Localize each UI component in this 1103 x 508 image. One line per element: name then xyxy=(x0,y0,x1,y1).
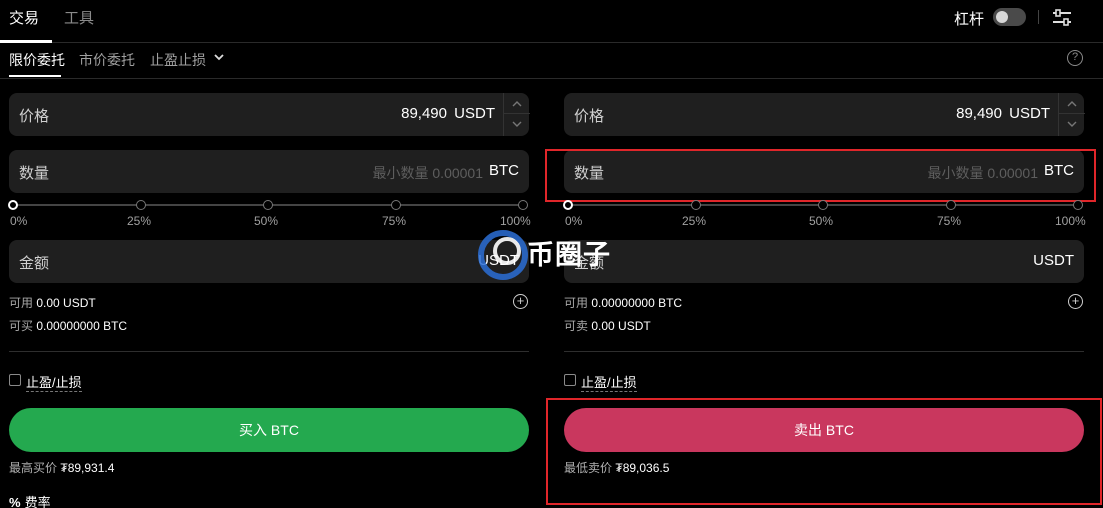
buy-qty-field[interactable]: 数量 最小数量 0.00001 BTC xyxy=(9,150,529,193)
top-bar: 交易 工具 杠杆 xyxy=(0,0,1103,43)
slider-label: 75% xyxy=(937,214,962,228)
buy-max-value: 0.00000000 BTC xyxy=(36,319,128,333)
fee-rate[interactable]: % 费率 xyxy=(9,492,51,508)
sell-price-increment[interactable] xyxy=(1059,93,1085,114)
slider-label: 50% xyxy=(809,214,834,228)
sell-available: 可用 0.00000000 BTC xyxy=(564,294,682,311)
slider-mark-100[interactable] xyxy=(1073,200,1083,210)
leverage-toggle[interactable] xyxy=(993,8,1026,26)
buy-available: 可用 0.00 USDT xyxy=(9,294,96,311)
add-funds-icon[interactable]: + xyxy=(513,294,528,309)
help-icon[interactable]: ? xyxy=(1067,50,1083,66)
buy-percent-slider[interactable]: 0% 25% 50% 75% 100% xyxy=(8,198,531,228)
buy-price-unit: USDT xyxy=(454,105,495,122)
slider-mark-25[interactable] xyxy=(691,200,701,210)
sell-price-value[interactable]: 89,490 xyxy=(956,105,1002,122)
sell-price-field[interactable]: 价格 89,490 USDT xyxy=(564,93,1085,136)
slider-label: 50% xyxy=(254,214,279,228)
add-funds-icon[interactable]: + xyxy=(1068,294,1083,309)
watermark-text: 币圈子 xyxy=(527,240,611,270)
divider xyxy=(9,351,529,352)
slider-label: 75% xyxy=(382,214,407,228)
slider-mark-75[interactable] xyxy=(391,200,401,210)
slider-mark-50[interactable] xyxy=(818,200,828,210)
slider-label: 25% xyxy=(682,214,707,228)
chevron-down-icon[interactable] xyxy=(213,52,225,62)
buy-price-increment[interactable] xyxy=(504,93,530,114)
sell-price-unit: USDT xyxy=(1009,105,1050,122)
buy-max: 可买 0.00000000 BTC xyxy=(9,317,127,334)
chevron-down-icon xyxy=(512,121,522,127)
slider-mark-25[interactable] xyxy=(136,200,146,210)
divider xyxy=(564,351,1084,352)
tab-trade[interactable]: 交易 xyxy=(9,7,39,28)
buy-amount-field[interactable]: 金额 USDT xyxy=(9,240,529,283)
watermark-logo-icon xyxy=(478,230,528,280)
slider-mark-0[interactable] xyxy=(563,200,573,210)
buy-tpsl-checkbox[interactable] xyxy=(9,374,21,386)
buy-tpsl-label[interactable]: 止盈/止损 xyxy=(26,372,82,392)
buy-btc-button[interactable]: 买入 BTC xyxy=(9,408,529,452)
buy-amount-label: 金额 xyxy=(19,255,50,272)
settings-sliders-icon[interactable] xyxy=(1052,9,1072,27)
sell-price-label: 价格 xyxy=(574,108,605,125)
slider-label: 0% xyxy=(10,214,28,228)
sell-price-decrement[interactable] xyxy=(1059,114,1085,135)
buy-best-label: 最高买价 xyxy=(9,461,58,475)
tab-limit-order[interactable]: 限价委托 xyxy=(9,50,65,70)
highlight-box xyxy=(546,398,1102,505)
buy-price-decrement[interactable] xyxy=(504,114,530,135)
active-subtab-indicator xyxy=(9,75,61,77)
buy-qty-unit: BTC xyxy=(489,162,519,179)
slider-label: 100% xyxy=(1055,214,1086,228)
buy-price-value[interactable]: 89,490 xyxy=(401,105,447,122)
fee-label: 费率 xyxy=(24,495,51,508)
toggle-knob xyxy=(996,11,1008,23)
chevron-up-icon xyxy=(512,101,522,107)
chevron-down-icon xyxy=(1067,121,1077,127)
sell-tpsl-checkbox[interactable] xyxy=(564,374,576,386)
sell-tpsl-label[interactable]: 止盈/止损 xyxy=(581,372,637,392)
buy-max-label: 可买 xyxy=(9,319,34,333)
sell-amount-unit: USDT xyxy=(1033,252,1074,269)
order-type-tabs: 限价委托 市价委托 止盈止损 ? xyxy=(0,43,1103,79)
buy-qty-input[interactable]: 最小数量 0.00001 xyxy=(373,163,484,183)
tab-tp-sl[interactable]: 止盈止损 xyxy=(150,50,206,70)
leverage-label: 杠杆 xyxy=(954,11,985,28)
buy-best-price: 最高买价 ₮89,931.4 xyxy=(9,459,114,476)
tab-market-order[interactable]: 市价委托 xyxy=(79,50,135,70)
sell-available-label: 可用 xyxy=(564,296,589,310)
buy-best-value: ₮89,931.4 xyxy=(60,461,115,475)
percent-icon: % xyxy=(9,495,21,508)
slider-mark-50[interactable] xyxy=(263,200,273,210)
buy-price-stepper xyxy=(503,93,530,136)
sell-amount-field[interactable]: 金额 USDT xyxy=(564,240,1084,283)
tab-tools[interactable]: 工具 xyxy=(64,7,94,28)
sell-max-label: 可卖 xyxy=(564,319,589,333)
slider-label: 25% xyxy=(127,214,152,228)
sell-available-value: 0.00000000 BTC xyxy=(591,296,683,310)
buy-price-field[interactable]: 价格 89,490 USDT xyxy=(9,93,530,136)
chevron-up-icon xyxy=(1067,101,1077,107)
sell-percent-slider[interactable]: 0% 25% 50% 75% 100% xyxy=(563,198,1086,228)
buy-qty-label: 数量 xyxy=(19,165,50,182)
slider-mark-0[interactable] xyxy=(8,200,18,210)
buy-available-value: 0.00 USDT xyxy=(36,296,96,310)
highlight-box xyxy=(545,149,1096,202)
buy-price-label: 价格 xyxy=(19,108,50,125)
sell-price-stepper xyxy=(1058,93,1085,136)
sell-max: 可卖 0.00 USDT xyxy=(564,317,651,334)
watermark: 币圈子 xyxy=(477,225,627,285)
divider xyxy=(1038,10,1039,24)
slider-mark-100[interactable] xyxy=(518,200,528,210)
sell-max-value: 0.00 USDT xyxy=(591,319,651,333)
slider-mark-75[interactable] xyxy=(946,200,956,210)
buy-available-label: 可用 xyxy=(9,296,34,310)
